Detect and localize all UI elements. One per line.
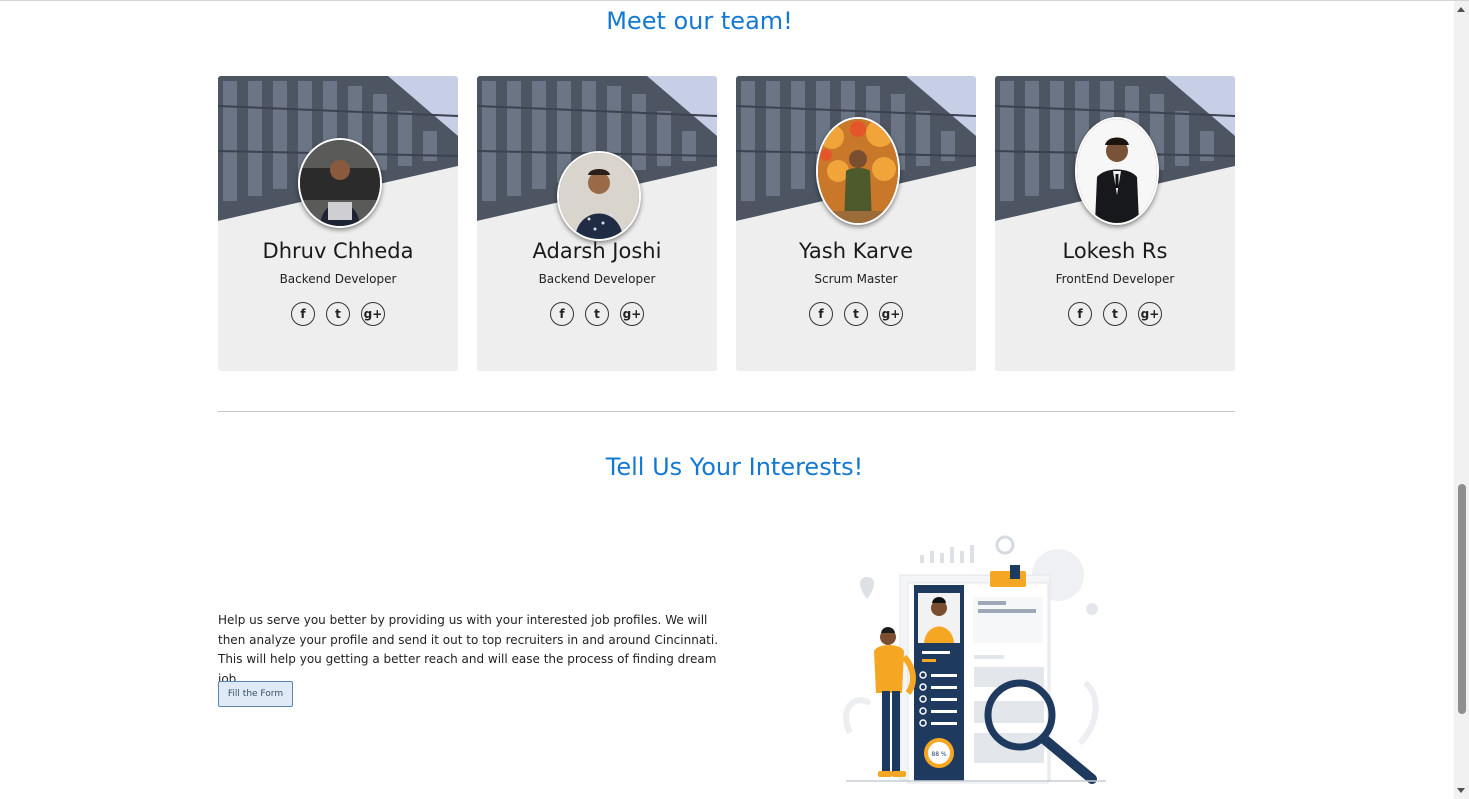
twitter-icon[interactable]: t: [844, 302, 868, 326]
twitter-icon[interactable]: t: [1103, 302, 1127, 326]
google-plus-icon[interactable]: g+: [1138, 302, 1162, 326]
section-divider: [218, 411, 1235, 412]
member-role: FrontEnd Developer: [1055, 272, 1175, 286]
team-card: Dhruv Chheda Backend Developer f t g+: [218, 76, 458, 371]
member-name: Lokesh Rs: [1062, 239, 1168, 263]
member-name: Adarsh Joshi: [532, 239, 662, 263]
social-links: f t g+: [477, 302, 717, 326]
interests-heading: Tell Us Your Interests!: [605, 453, 864, 481]
team-card: Adarsh Joshi Backend Developer f t g+: [477, 76, 717, 371]
twitter-icon[interactable]: t: [585, 302, 609, 326]
facebook-icon[interactable]: f: [550, 302, 574, 326]
facebook-icon[interactable]: f: [809, 302, 833, 326]
google-plus-icon[interactable]: g+: [879, 302, 903, 326]
illustration-progress-label: 88 %: [931, 751, 947, 758]
member-avatar: [1075, 117, 1159, 225]
facebook-icon[interactable]: f: [291, 302, 315, 326]
team-heading: Meet our team!: [606, 7, 793, 35]
member-avatar: [298, 138, 382, 228]
resume-illustration: 88 %: [843, 535, 1106, 784]
twitter-icon[interactable]: t: [326, 302, 350, 326]
member-name: Yash Karve: [799, 239, 913, 263]
page-scrollbar[interactable]: [1454, 1, 1469, 799]
scrollbar-thumb[interactable]: [1458, 484, 1466, 714]
fill-form-button[interactable]: Fill the Form: [218, 681, 293, 707]
google-plus-icon[interactable]: g+: [361, 302, 385, 326]
interests-description: Help us serve you better by providing us…: [218, 613, 719, 686]
team-card: Yash Karve Scrum Master f t g+: [736, 76, 976, 371]
facebook-icon[interactable]: f: [1068, 302, 1092, 326]
member-name: Dhruv Chheda: [262, 239, 414, 263]
member-role: Backend Developer: [538, 272, 656, 286]
team-card: Lokesh Rs FrontEnd Developer f t g+: [995, 76, 1235, 371]
scroll-up-arrow-icon[interactable]: [1457, 7, 1465, 12]
google-plus-icon[interactable]: g+: [620, 302, 644, 326]
member-role: Backend Developer: [279, 272, 397, 286]
member-role: Scrum Master: [814, 272, 898, 286]
member-avatar: [557, 151, 641, 241]
social-links: f t g+: [736, 302, 976, 326]
scroll-down-arrow-icon[interactable]: [1457, 788, 1465, 793]
social-links: f t g+: [995, 302, 1235, 326]
social-links: f t g+: [218, 302, 458, 326]
member-avatar: [816, 117, 900, 225]
